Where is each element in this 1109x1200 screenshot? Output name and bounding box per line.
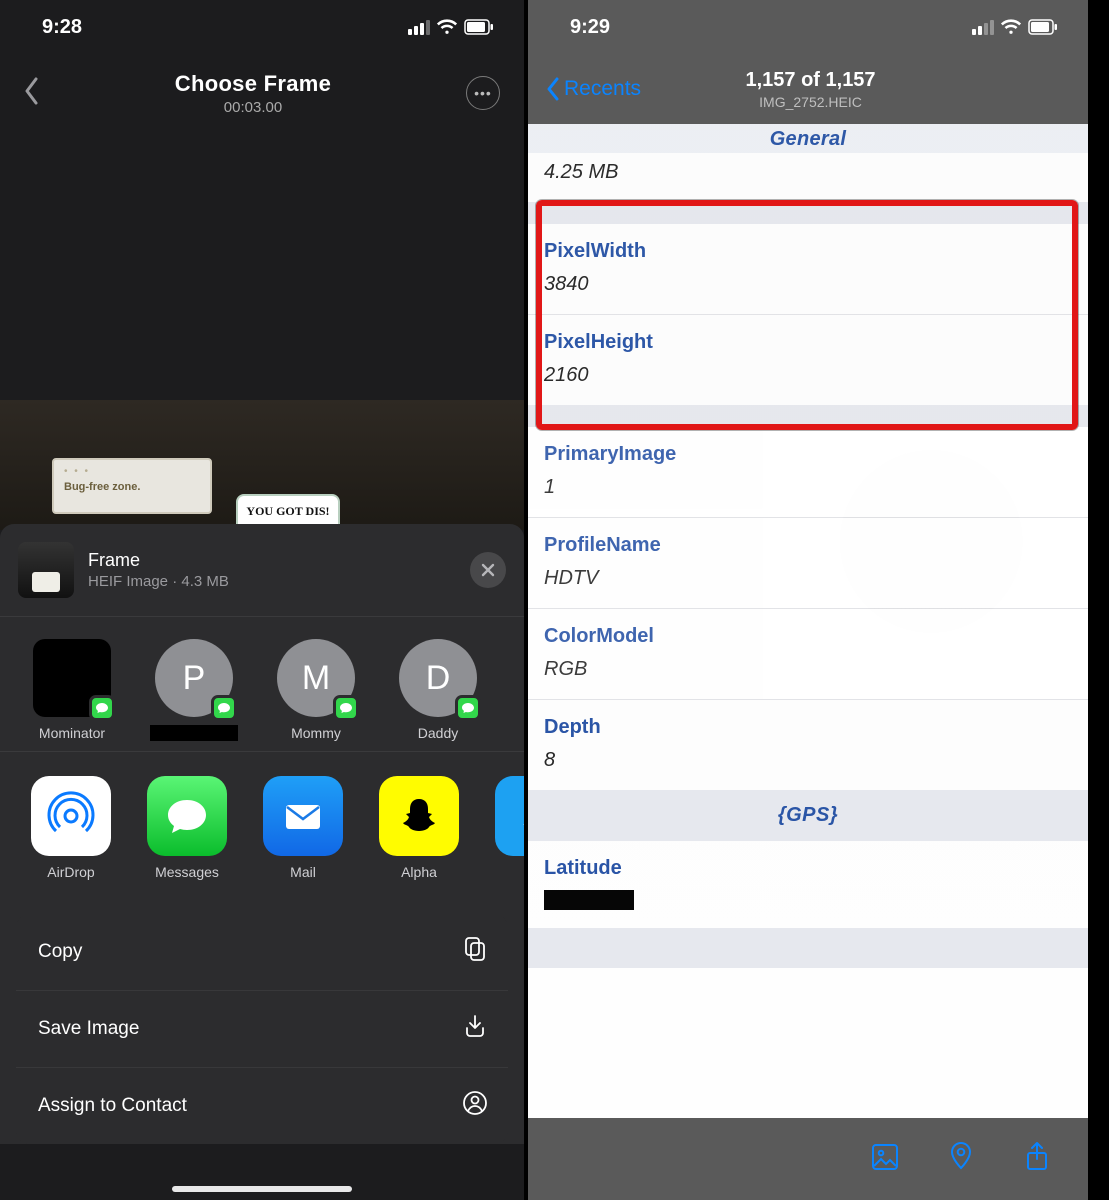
airdrop-icon xyxy=(31,776,111,856)
battery-icon xyxy=(464,19,494,35)
back-label: Recents xyxy=(564,77,641,101)
share-file-title: Frame xyxy=(88,550,229,571)
share-contacts-row: Mominator P M Mommy D Daddy xyxy=(0,617,524,752)
video-preview-top xyxy=(0,132,524,400)
bottom-toolbar xyxy=(528,1118,1088,1200)
section-gps: {GPS} xyxy=(528,790,1088,841)
page-title: Choose Frame xyxy=(175,71,331,97)
share-app-messages[interactable]: Messages xyxy=(144,776,230,880)
share-file-subtitle: HEIF Image · 4.3 MB xyxy=(88,573,229,590)
share-thumbnail xyxy=(18,542,74,598)
share-apps-row: AirDrop Messages Mail Alpha xyxy=(0,752,524,894)
share-app-airdrop[interactable]: AirDrop xyxy=(28,776,114,880)
location-icon[interactable] xyxy=(946,1140,976,1179)
share-actions: Copy Save Image Assign to Contact xyxy=(16,914,508,1144)
home-indicator[interactable] xyxy=(172,1186,352,1192)
share-app-snapchat[interactable]: Alpha xyxy=(376,776,462,880)
row-depth: Depth 8 xyxy=(528,700,1088,790)
video-preview[interactable]: • • • Bug-free zone. YOU GOT DIS! xyxy=(0,400,524,530)
page-subtitle: 00:03.00 xyxy=(175,99,331,116)
row-colormodel: ColorModel RGB xyxy=(528,609,1088,699)
battery-icon xyxy=(1028,19,1058,35)
avatar-icon: P xyxy=(155,639,233,717)
messages-badge-icon xyxy=(333,695,359,721)
share-sheet: Frame HEIF Image · 4.3 MB Mominator P xyxy=(0,524,524,1144)
avatar-icon xyxy=(33,639,111,717)
cell-signal-icon xyxy=(408,20,430,35)
sticker-bug-free: • • • Bug-free zone. xyxy=(52,458,212,514)
back-button[interactable] xyxy=(24,77,40,110)
share-app-mail[interactable]: Mail xyxy=(260,776,346,880)
messages-icon xyxy=(147,776,227,856)
row-profilename: ProfileName HDTV xyxy=(528,518,1088,608)
nav-header: Recents 1,157 of 1,157 IMG_2752.HEIC xyxy=(528,54,1088,124)
row-pixelheight: PixelHeight 2160 xyxy=(528,315,1088,405)
status-bar: 9:29 xyxy=(528,0,1088,54)
left-screenshot: 9:28 Choose Frame 00:03.00 ••• • • • Bug… xyxy=(0,0,524,1200)
share-contact[interactable]: Mominator xyxy=(28,639,116,741)
wifi-icon xyxy=(436,18,458,36)
section-gap xyxy=(528,405,1088,427)
latitude-redacted xyxy=(544,890,634,910)
metadata-list[interactable]: General 4.25 MB PixelWidth 3840 PixelHei… xyxy=(528,124,1088,1118)
copy-icon xyxy=(462,936,488,968)
contact-name-redacted xyxy=(150,725,238,741)
section-general: General xyxy=(528,124,1088,153)
sticker-you-got-dis: YOU GOT DIS! xyxy=(236,494,340,528)
filename-label: IMG_2752.HEIC xyxy=(745,94,875,110)
right-screenshot: 9:29 Recents 1,157 of 1,157 IMG_2752.HEI… xyxy=(528,0,1088,1200)
status-time: 9:28 xyxy=(42,16,82,39)
status-time: 9:29 xyxy=(570,16,610,39)
back-button[interactable]: Recents xyxy=(546,77,641,101)
share-contact[interactable]: M Mommy xyxy=(272,639,360,741)
action-save-image[interactable]: Save Image xyxy=(16,990,508,1067)
mail-icon xyxy=(263,776,343,856)
section-gap xyxy=(528,202,1088,224)
wifi-icon xyxy=(1000,18,1022,36)
twitter-icon xyxy=(495,776,524,856)
messages-badge-icon xyxy=(455,695,481,721)
avatar-icon: D xyxy=(399,639,477,717)
messages-badge-icon xyxy=(89,695,115,721)
share-app-twitter[interactable]: T xyxy=(492,776,524,880)
photo-icon[interactable] xyxy=(870,1140,900,1179)
download-icon xyxy=(462,1013,488,1045)
more-button[interactable]: ••• xyxy=(466,76,500,110)
filesize-value: 4.25 MB xyxy=(528,153,1088,202)
section-gap xyxy=(528,928,1088,968)
messages-badge-icon xyxy=(211,695,237,721)
share-contact[interactable]: P xyxy=(150,639,238,741)
row-primaryimage: PrimaryImage 1 xyxy=(528,427,1088,517)
action-assign-contact[interactable]: Assign to Contact xyxy=(16,1067,508,1144)
row-pixelwidth: PixelWidth 3840 xyxy=(528,224,1088,314)
share-header: Frame HEIF Image · 4.3 MB xyxy=(0,524,524,617)
photo-counter: 1,157 of 1,157 xyxy=(745,69,875,92)
share-contact[interactable]: D Daddy xyxy=(394,639,482,741)
action-copy[interactable]: Copy xyxy=(16,914,508,990)
nav-header: Choose Frame 00:03.00 ••• xyxy=(0,54,524,132)
share-icon[interactable] xyxy=(1022,1140,1052,1179)
contact-icon xyxy=(462,1090,488,1122)
snapchat-icon xyxy=(379,776,459,856)
status-bar: 9:28 xyxy=(0,0,524,54)
row-latitude: Latitude xyxy=(528,841,1088,928)
cell-signal-icon xyxy=(972,20,994,35)
avatar-icon: M xyxy=(277,639,355,717)
close-button[interactable] xyxy=(470,552,506,588)
